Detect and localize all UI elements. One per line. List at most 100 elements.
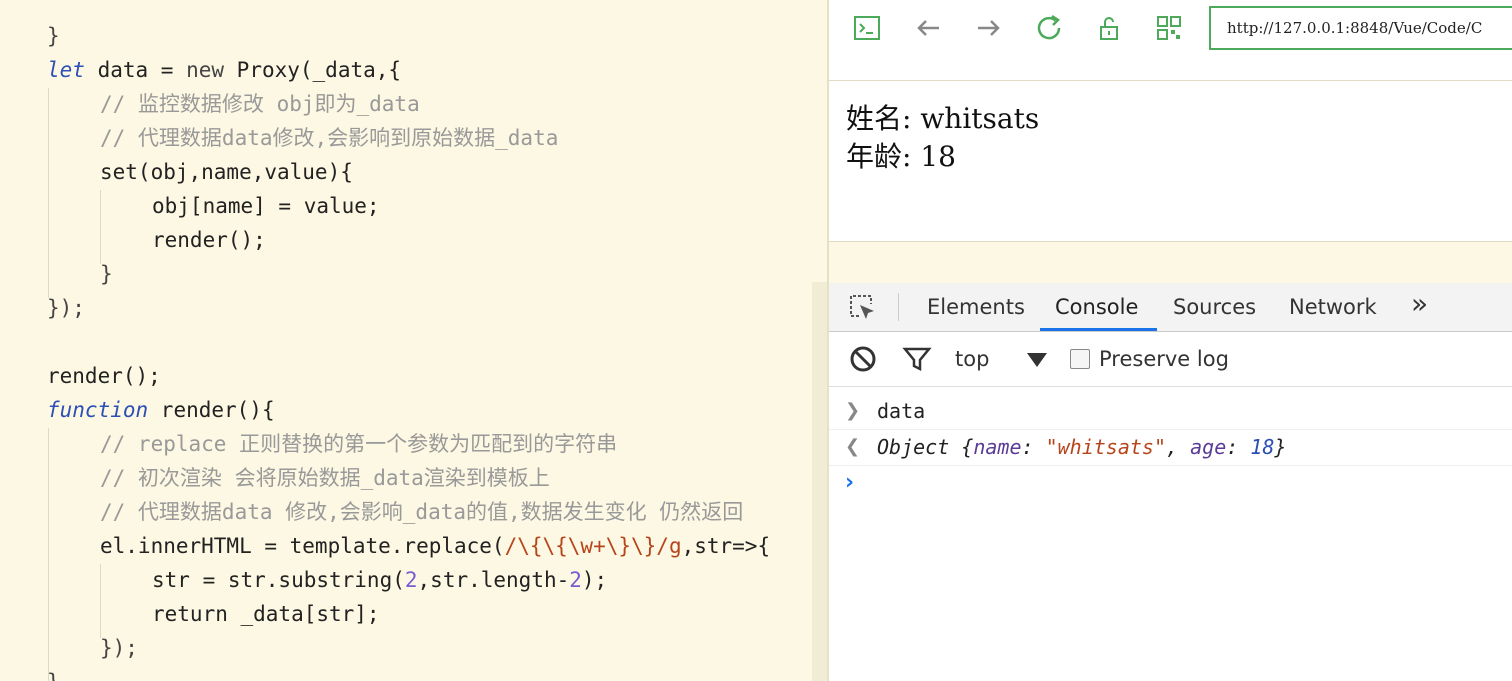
- code-line[interactable]: // 监控数据修改 obj即为_data: [100, 87, 420, 121]
- tab-sources[interactable]: Sources: [1173, 283, 1256, 331]
- devtools-tabbar: Elements Console Sources Network »: [829, 283, 1512, 332]
- code-token: set(obj,name,value){: [100, 160, 353, 184]
- code-line[interactable]: render();: [152, 223, 266, 257]
- active-tab-indicator: [1040, 328, 1157, 331]
- code-line[interactable]: }: [100, 257, 113, 291]
- tab-network[interactable]: Network: [1289, 283, 1377, 331]
- context-selector[interactable]: top: [955, 332, 989, 386]
- code-token: // 监控数据修改 obj即为_data: [100, 92, 420, 116]
- code-token: data =: [84, 58, 187, 82]
- code-token: str = str.substring(: [152, 568, 405, 592]
- code-token: // 初次渲染 会将原始数据_data渲染到模板上: [100, 466, 550, 490]
- filter-icon[interactable]: [901, 343, 933, 375]
- code-token: obj[name] = value;: [152, 194, 380, 218]
- code-token: 2: [569, 568, 582, 592]
- unlock-icon[interactable]: [1093, 12, 1125, 44]
- console-toolbar: top Preserve log: [829, 332, 1512, 387]
- code-line[interactable]: str = str.substring(2,str.length-2);: [152, 563, 607, 597]
- result-token: ,: [1166, 435, 1191, 459]
- code-token: render();: [47, 364, 161, 388]
- code-token: );: [581, 568, 608, 592]
- code-token: // 代理数据data修改,会影响到原始数据_data: [100, 126, 559, 150]
- code-line[interactable]: });: [100, 631, 138, 665]
- code-token: ,str.length-: [417, 568, 570, 592]
- editor-scrollbar[interactable]: [812, 282, 828, 681]
- code-token: // 代理数据data 修改,会影响_data的值,数据发生变化 仍然返回: [100, 500, 744, 524]
- code-token: render(){: [148, 398, 275, 422]
- console-input-row: ❯ data: [829, 393, 1512, 430]
- code-line[interactable]: el.innerHTML = template.replace(/\{\{\w+…: [100, 529, 770, 563]
- code-line[interactable]: set(obj,name,value){: [100, 155, 353, 189]
- indent-guide: [48, 88, 49, 298]
- console-command: data: [877, 399, 926, 423]
- browser-toolbar: http://127.0.0.1:8848/Vue/Code/C: [829, 0, 1512, 81]
- age-text: 年龄: 18: [846, 140, 956, 173]
- indent-guide: [48, 428, 49, 681]
- code-token: // replace 正则替换的第一个参数为匹配到的字符串: [100, 432, 618, 456]
- tab-elements[interactable]: Elements: [927, 283, 1025, 331]
- address-bar[interactable]: http://127.0.0.1:8848/Vue/Code/C: [1209, 6, 1512, 50]
- code-token: function: [47, 398, 149, 422]
- result-token: "whitsats": [1045, 435, 1167, 459]
- page-viewport: 姓名: whitsats 年龄: 18: [829, 81, 1512, 241]
- code-line[interactable]: obj[name] = value;: [152, 189, 380, 223]
- dropdown-arrow-icon[interactable]: [1021, 343, 1053, 375]
- code-editor[interactable]: } let data = new Proxy(_data,{ // 监控数据修改 o…: [0, 0, 828, 681]
- url-text: http://127.0.0.1:8848/Vue/Code/C: [1227, 19, 1483, 37]
- terminal-icon[interactable]: [851, 12, 883, 44]
- code-token: });: [47, 296, 85, 320]
- forward-arrow-icon[interactable]: [972, 12, 1004, 44]
- code-token: Proxy(_data,{: [224, 58, 402, 82]
- refresh-icon[interactable]: [1033, 12, 1065, 44]
- code-token: });: [100, 636, 138, 660]
- code-token: ,str=>{: [681, 534, 771, 558]
- code-token: /\{\{\w+\}\}/g: [504, 534, 682, 558]
- preserve-log-checkbox[interactable]: [1070, 349, 1090, 369]
- code-line[interactable]: // 代理数据data修改,会影响到原始数据_data: [100, 121, 558, 155]
- code-line[interactable]: return _data[str];: [152, 597, 380, 631]
- code-token: render();: [152, 228, 266, 252]
- console-result-row[interactable]: ❮ Object {name: "whitsats", age: 18}: [829, 429, 1512, 466]
- code-token: }: [100, 262, 113, 286]
- toolbar-separator: [898, 293, 899, 321]
- result-token: :: [1021, 435, 1046, 459]
- console-prompt-icon: ›: [845, 470, 855, 495]
- result-token: Object {: [877, 435, 974, 459]
- clear-console-icon[interactable]: [847, 343, 879, 375]
- code-line[interactable]: // 代理数据data 修改,会影响_data的值,数据发生变化 仍然返回: [100, 495, 743, 529]
- code-token: 2: [404, 568, 418, 592]
- back-arrow-icon[interactable]: [913, 12, 945, 44]
- indent-guide: [100, 190, 101, 264]
- code-token: el.innerHTML = template.replace(: [100, 534, 505, 558]
- console-result[interactable]: Object {name: "whitsats", age: 18}: [877, 429, 1286, 465]
- code-token: new: [186, 58, 225, 82]
- code-line[interactable]: // replace 正则替换的第一个参数为匹配到的字符串: [100, 427, 617, 461]
- result-token: age: [1190, 435, 1227, 459]
- devtools-panel: Elements Console Sources Network » top P…: [829, 283, 1512, 681]
- devtools-resizer[interactable]: [829, 241, 1512, 284]
- result-token: 18: [1250, 435, 1275, 459]
- code-token: }: [47, 24, 60, 48]
- code-line[interactable]: function render(){: [47, 393, 275, 427]
- chevron-right-icon: ❯: [845, 400, 861, 421]
- console-prompt-row[interactable]: ›: [829, 465, 1512, 501]
- tab-console[interactable]: Console: [1055, 283, 1138, 331]
- result-token: name: [973, 435, 1022, 459]
- name-text: 姓名: whitsats: [846, 102, 1040, 135]
- preserve-log-label: Preserve log: [1099, 347, 1229, 371]
- code-line[interactable]: });: [47, 291, 85, 325]
- chevron-left-icon: ❮: [845, 436, 861, 457]
- result-token: :: [1226, 435, 1251, 459]
- more-tabs-button[interactable]: »: [1411, 280, 1428, 328]
- indent-guide: [100, 564, 101, 638]
- code-token: let: [47, 58, 85, 82]
- code-line[interactable]: let data = new Proxy(_data,{: [47, 53, 401, 87]
- inspect-element-icon[interactable]: [846, 291, 878, 323]
- qrcode-icon[interactable]: [1153, 12, 1185, 44]
- code-token: return _data[str];: [152, 602, 380, 626]
- code-line[interactable]: // 初次渲染 会将原始数据_data渲染到模板上: [100, 461, 550, 495]
- code-line[interactable]: }: [47, 19, 60, 53]
- result-token: }: [1274, 435, 1287, 459]
- browser-pane: http://127.0.0.1:8848/Vue/Code/C 姓名: whi…: [829, 0, 1512, 681]
- code-line[interactable]: render();: [47, 359, 161, 393]
